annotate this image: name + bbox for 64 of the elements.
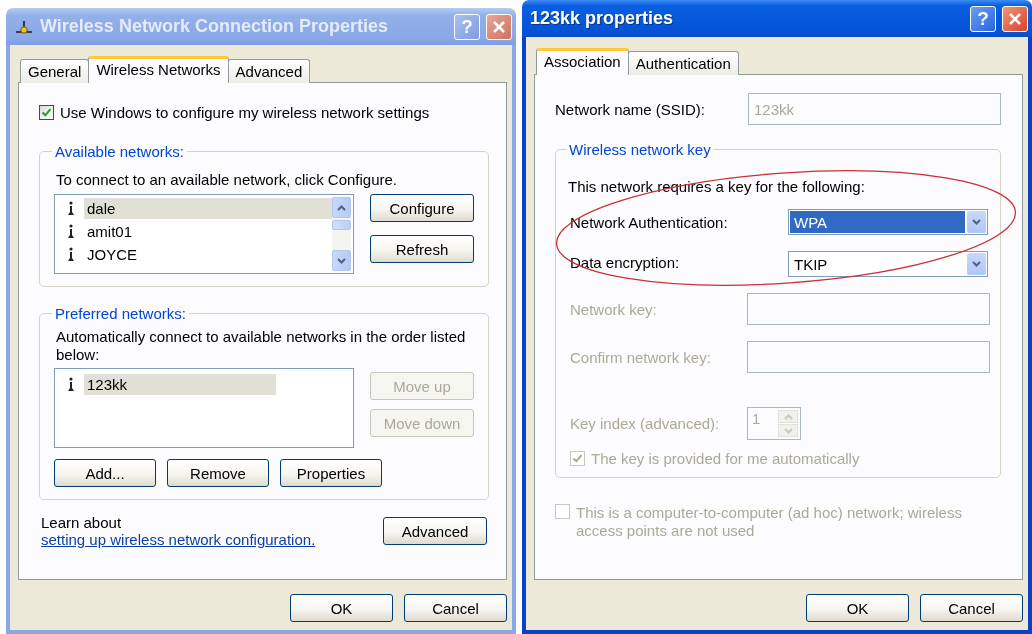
learn-text: Learn about setting up wireless network configuration. — [40, 514, 317, 548]
antenna-icon — [67, 201, 75, 216]
scroll-up-button[interactable] — [332, 197, 351, 218]
checkbox-label: This is a computer-to-computer (ad hoc) network; wireless access points are not used — [576, 504, 963, 540]
tab[interactable]: Wireless Networks — [88, 56, 229, 83]
scroll-down-button[interactable] — [332, 250, 351, 271]
chevron-down-icon — [972, 219, 981, 225]
chevron-down-icon — [783, 427, 793, 434]
add-button[interactable]: Add... — [54, 459, 156, 487]
help-button[interactable]: ? — [970, 5, 996, 32]
checkbox-label: Use Windows to configure my wireless network settings — [60, 104, 430, 121]
tab[interactable]: Authentication — [627, 51, 739, 75]
tab[interactable]: Advanced — [227, 59, 311, 83]
network-list[interactable]: dale amit01 JOYCE — [54, 194, 354, 274]
list-item[interactable]: amit01 — [84, 221, 332, 242]
properties-button[interactable]: Properties — [280, 459, 382, 487]
tab[interactable]: Association — [536, 48, 629, 75]
field-label: Network Authentication: — [570, 213, 729, 231]
group-title: Preferred networks: — [54, 305, 187, 322]
close-button[interactable] — [486, 13, 512, 40]
field-label: Key index (advanced): — [570, 415, 721, 432]
advanced-button[interactable]: Advanced — [383, 517, 487, 545]
dropdown-button[interactable] — [967, 253, 986, 275]
antenna-icon — [67, 224, 75, 239]
list-item[interactable]: JOYCE — [84, 244, 332, 265]
dropdown-button[interactable] — [967, 211, 986, 233]
group-title: Available networks: — [54, 143, 185, 160]
checkbox-label: The key is provided for me automatically — [591, 450, 860, 467]
list-item[interactable]: dale — [84, 198, 332, 219]
checkbox[interactable] — [39, 105, 54, 120]
field-label: Network name (SSID): — [555, 100, 707, 118]
window-title: Wireless Network Connection Properties — [40, 16, 389, 37]
close-icon — [1008, 11, 1022, 26]
network-icon — [14, 18, 34, 35]
scrollbar[interactable] — [332, 197, 351, 271]
chevron-up-icon — [337, 204, 346, 211]
antenna-icon — [67, 247, 75, 262]
instruction-text: To connect to an available network, click Configure. — [56, 170, 398, 189]
field-label: Network key: — [570, 300, 658, 318]
close-button[interactable] — [1002, 5, 1028, 32]
dropdown[interactable]: WPA — [788, 209, 988, 235]
refresh-button[interactable]: Refresh — [370, 235, 474, 263]
chevron-down-icon — [337, 257, 346, 264]
antenna-icon — [67, 377, 75, 392]
scroll-thumb[interactable] — [332, 220, 351, 230]
list-item[interactable]: 123kk — [84, 374, 276, 395]
field-label: Data encryption: — [570, 253, 681, 271]
setup-link[interactable]: setting up wireless network configuration. — [41, 531, 316, 548]
network-list[interactable]: 123kk — [54, 368, 354, 448]
ok-button[interactable]: OK — [290, 594, 393, 622]
instruction-text: Automatically connect to available networks in the order listed below: — [56, 328, 467, 364]
ok-button[interactable]: OK — [806, 594, 909, 622]
dropdown[interactable]: TKIP — [788, 251, 988, 277]
chevron-down-icon — [972, 261, 981, 267]
cancel-button[interactable]: Cancel — [404, 594, 507, 622]
remove-button[interactable]: Remove — [167, 459, 269, 487]
group-title: Wireless network key — [568, 141, 712, 158]
cancel-button[interactable]: Cancel — [920, 594, 1023, 622]
chevron-up-icon — [783, 413, 793, 420]
close-icon — [492, 19, 506, 34]
window-title: 123kk properties — [530, 8, 675, 29]
field-label: Confirm network key: — [570, 348, 712, 366]
configure-button[interactable]: Configure — [370, 194, 474, 222]
tab[interactable]: General — [20, 59, 90, 83]
